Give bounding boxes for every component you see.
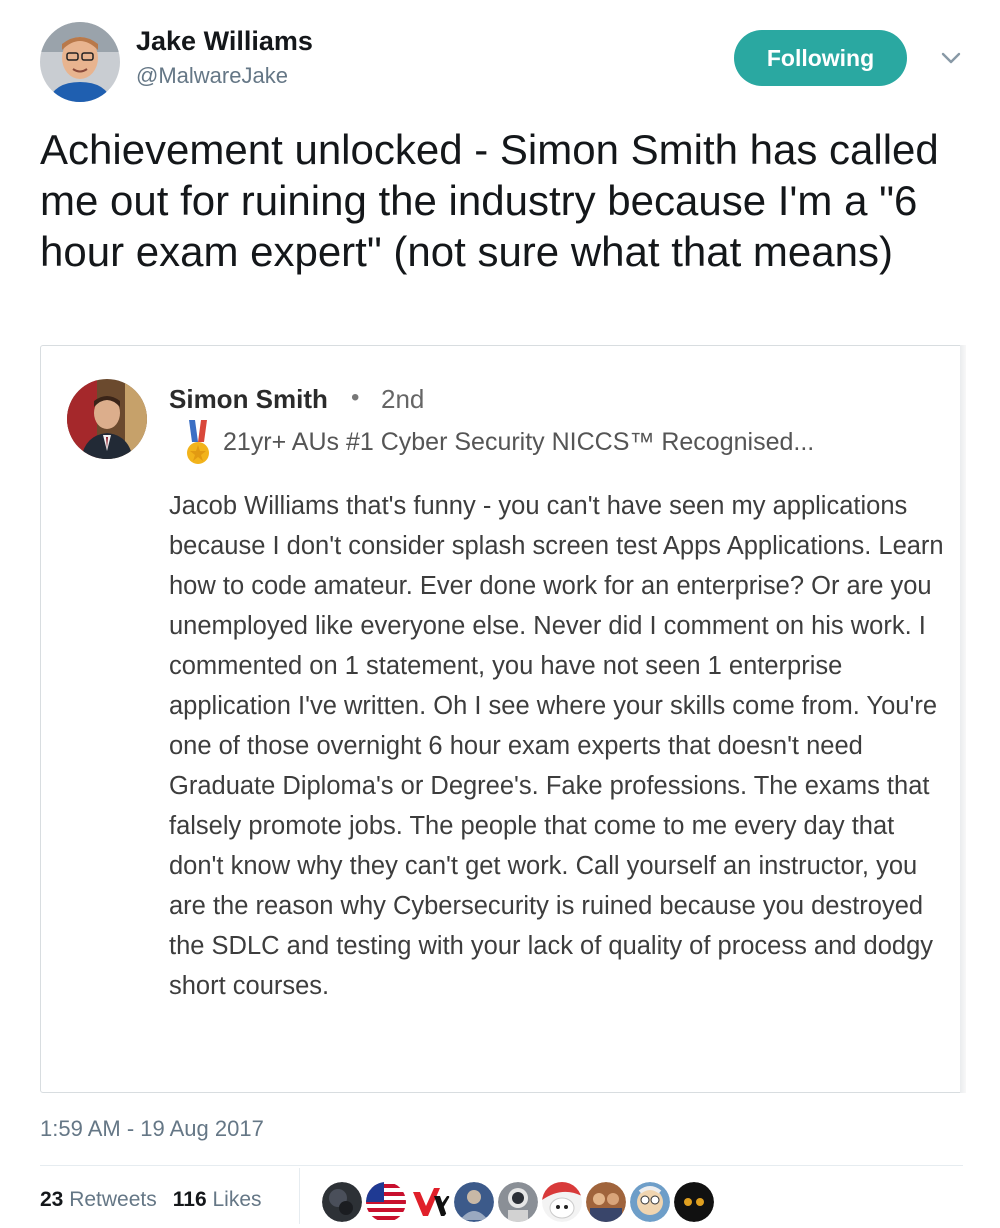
group-avatar-icon[interactable] — [586, 1182, 626, 1222]
degree-separator: • — [351, 384, 360, 411]
divider — [40, 1165, 963, 1166]
tweet-timestamp[interactable]: 1:59 AM - 19 Aug 2017 — [40, 1116, 264, 1142]
quoted-author-name: Simon Smith — [169, 384, 328, 414]
astronaut-avatar-icon[interactable] — [498, 1182, 538, 1222]
quoted-post-image: Simon Smith • 2nd 21yr+ AUs #1 Cyber Sec… — [40, 345, 965, 1093]
quoted-author-avatar — [67, 379, 147, 459]
medal-icon — [183, 420, 213, 468]
likes-stat[interactable]: 116 Likes — [173, 1188, 262, 1211]
tweet-text: Achievement unlocked - Simon Smith has c… — [40, 126, 939, 275]
eyes-avatar-icon[interactable] — [674, 1182, 714, 1222]
following-button[interactable]: Following — [734, 30, 907, 86]
likers-avatars — [322, 1182, 718, 1222]
stats-separator — [299, 1168, 300, 1224]
likes-label: Likes — [212, 1188, 262, 1211]
robot-avatar-icon[interactable] — [542, 1182, 582, 1222]
dark-avatar-icon[interactable] — [322, 1182, 362, 1222]
quote-edge-shadow — [960, 345, 966, 1093]
chevron-down-icon[interactable] — [936, 46, 966, 70]
author-name[interactable]: Jake Williams — [136, 26, 313, 57]
connection-degree: 2nd — [381, 384, 425, 414]
author-avatar[interactable] — [40, 22, 120, 102]
tweet-stats: 23 Retweets 116 Likes — [40, 1188, 262, 1212]
retweets-stat[interactable]: 23 Retweets — [40, 1188, 157, 1211]
retweets-count: 23 — [40, 1188, 64, 1211]
quoted-author-headline: 21yr+ AUs #1 Cyber Security NICCS™ Recog… — [223, 428, 815, 456]
person-avatar-icon[interactable] — [454, 1182, 494, 1222]
cartoon-avatar-icon[interactable] — [630, 1182, 670, 1222]
us-flag-icon[interactable] — [366, 1182, 406, 1222]
vx-logo-icon[interactable] — [410, 1182, 450, 1222]
quoted-post-body: Jacob Williams that's funny - you can't … — [169, 492, 944, 1000]
likes-count: 116 — [172, 1188, 207, 1211]
author-handle[interactable]: @MalwareJake — [136, 63, 288, 89]
retweets-label: Retweets — [69, 1188, 157, 1211]
